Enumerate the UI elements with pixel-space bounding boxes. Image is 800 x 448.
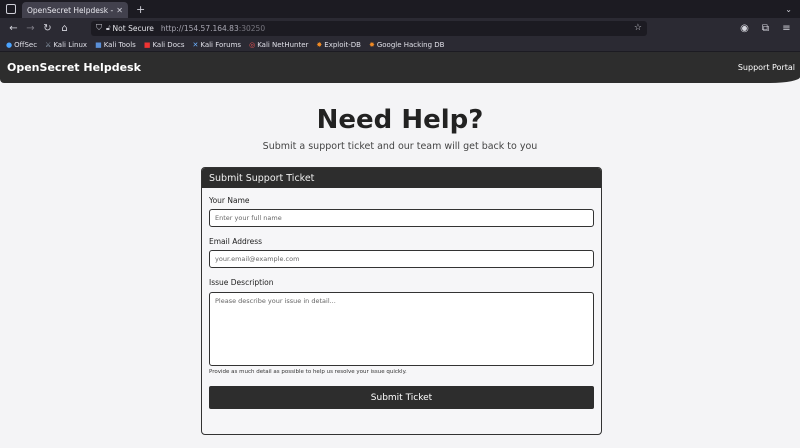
shield-icon[interactable]: ⛉ — [96, 23, 102, 33]
tab-title: OpenSecret Helpdesk - Supp — [27, 5, 114, 15]
bookmark-kali-tools[interactable]: ■ Kali Tools — [95, 41, 136, 49]
kali-dragon-icon: ⚔ — [45, 40, 52, 49]
url-scheme: http:// — [160, 23, 184, 33]
page-title: Need Help? — [316, 105, 484, 135]
browser-nav-bar: ← → ↻ ⌂ ⛉ 🔓︎ Not Secure http:// 154.57.1… — [0, 18, 800, 38]
issue-hint: Provide as much detail as possible to he… — [209, 369, 407, 375]
forward-icon[interactable]: → — [22, 23, 39, 34]
back-icon[interactable]: ← — [5, 23, 22, 34]
site-brand[interactable]: OpenSecret Helpdesk — [7, 61, 141, 74]
bookmark-kali-docs[interactable]: ■ Kali Docs — [144, 41, 185, 49]
reload-icon[interactable]: ↻ — [39, 23, 56, 34]
tab-list-icon[interactable]: ⌄ — [785, 5, 800, 14]
kali-forums-icon: ✕ — [192, 40, 199, 49]
bookmark-google-hacking-db[interactable]: ✸ Google Hacking DB — [369, 41, 444, 49]
bookmark-kali-linux[interactable]: ⚔ Kali Linux — [45, 41, 87, 49]
email-input[interactable] — [209, 250, 594, 268]
lock-warning-icon: 🔓︎ — [106, 23, 111, 32]
home-icon[interactable]: ⌂ — [56, 23, 73, 34]
tab-overview-icon[interactable] — [6, 4, 16, 14]
bookmark-kali-nethunter[interactable]: ◎ Kali NetHunter — [249, 41, 308, 49]
ghdb-icon: ✸ — [368, 40, 375, 49]
issue-textarea[interactable] — [209, 292, 594, 366]
url-port: :30250 — [238, 23, 266, 33]
bookmark-kali-forums[interactable]: ✕ Kali Forums — [192, 41, 241, 49]
close-tab-icon[interactable]: ✕ — [116, 6, 123, 15]
extensions-icon[interactable]: ⧉ — [757, 23, 774, 34]
card-header: Submit Support Ticket — [202, 168, 601, 188]
bookmark-exploit-db[interactable]: ✸ Exploit-DB — [316, 41, 361, 49]
ticket-form-card: Submit Support Ticket Your Name Email Ad… — [201, 167, 602, 435]
bookmarks-bar: ● OffSec ⚔ Kali Linux ■ Kali Tools ■ Kali Do… — [0, 38, 800, 52]
issue-label: Issue Description — [209, 278, 274, 287]
browser-tab-bar: OpenSecret Helpdesk - Supp ✕ + ⌄ — [0, 0, 800, 18]
url-host: 154.57.164.83 — [183, 23, 239, 33]
offsec-icon: ● — [6, 40, 13, 49]
submit-ticket-button[interactable]: Submit Ticket — [209, 386, 594, 409]
menu-icon[interactable]: ≡ — [778, 23, 795, 34]
kali-tools-icon: ■ — [95, 40, 102, 49]
account-icon[interactable]: ◉ — [736, 23, 753, 34]
exploit-db-icon: ✸ — [316, 40, 323, 49]
bookmark-offsec[interactable]: ● OffSec — [6, 41, 37, 49]
kali-docs-icon: ■ — [143, 40, 151, 49]
name-input[interactable] — [209, 209, 594, 227]
support-portal-link[interactable]: Support Portal — [738, 63, 795, 72]
site-header: OpenSecret Helpdesk Support Portal — [0, 52, 800, 83]
new-tab-icon[interactable]: + — [136, 3, 145, 16]
page-subtitle: Submit a support ticket and our team wil… — [262, 141, 538, 152]
email-label: Email Address — [209, 237, 263, 246]
nethunter-icon: ◎ — [249, 40, 256, 49]
browser-tab-active[interactable]: OpenSecret Helpdesk - Supp ✕ — [22, 2, 128, 18]
name-label: Your Name — [209, 196, 250, 205]
url-bar[interactable]: ⛉ 🔓︎ Not Secure http:// 154.57.164.83 :3… — [91, 20, 647, 36]
bookmark-star-icon[interactable]: ☆ — [634, 23, 642, 33]
not-secure-label[interactable]: Not Secure — [113, 24, 154, 33]
